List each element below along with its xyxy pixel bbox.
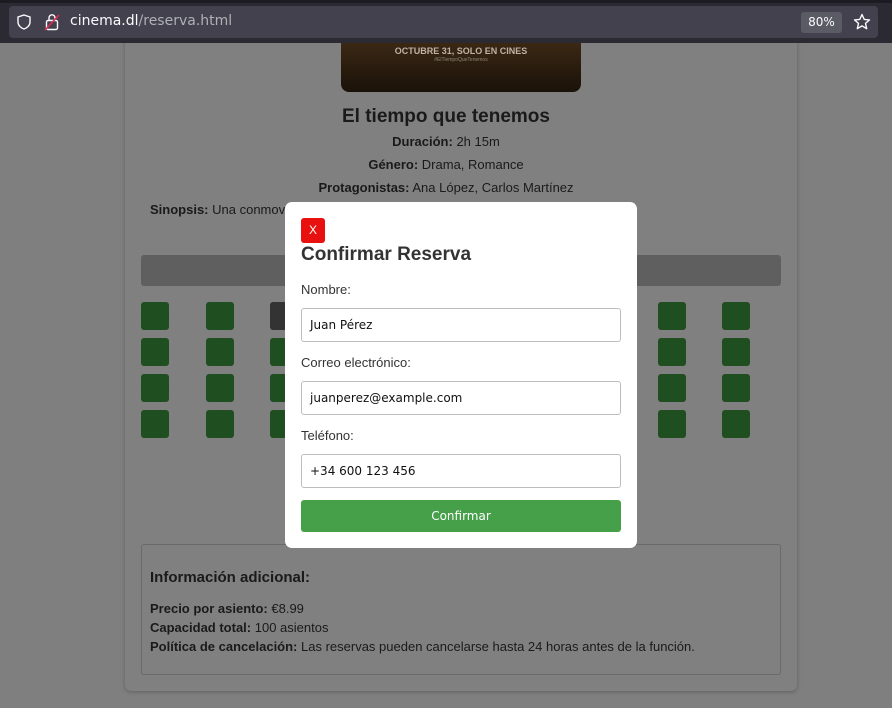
price-label: Precio por asiento: <box>150 601 268 616</box>
genre-label: Género: <box>368 157 419 172</box>
genre-value: Drama, Romance <box>421 157 524 172</box>
duration-label: Duración: <box>392 134 453 149</box>
seat-available[interactable] <box>658 302 686 330</box>
seat-available[interactable] <box>141 374 169 402</box>
movie-cast: Protagonistas: Ana López, Carlos Martíne… <box>0 180 892 195</box>
seat-available[interactable] <box>722 302 750 330</box>
price-value: €8.99 <box>271 601 304 616</box>
seat-available[interactable] <box>206 338 234 366</box>
seat-available[interactable] <box>722 338 750 366</box>
modal-title: Confirmar Reserva <box>301 244 472 265</box>
seat-available[interactable] <box>658 410 686 438</box>
confirm-reservation-modal: X Confirmar Reserva Nombre: Juan Pérez C… <box>285 202 637 548</box>
shield-icon[interactable] <box>16 14 32 30</box>
url-path: /reserva.html <box>138 13 233 29</box>
close-button[interactable]: X <box>301 218 325 243</box>
poster-headline: OCTUBRE 31, SOLO EN CINES <box>394 46 528 56</box>
movie-title: El tiempo que tenemos <box>342 106 550 127</box>
capacity-value: 100 asientos <box>254 620 329 635</box>
seat-available[interactable] <box>658 374 686 402</box>
url-host: cinema.dl <box>70 13 139 29</box>
name-field[interactable]: Juan Pérez <box>301 308 621 342</box>
confirm-button[interactable]: Confirmar <box>301 500 621 532</box>
seat-available[interactable] <box>141 302 169 330</box>
seat-available[interactable] <box>722 374 750 402</box>
toolbar-top-edge <box>0 0 892 3</box>
browser-toolbar: cinema.dl/reserva.html 80% <box>0 0 892 43</box>
cancellation-policy: Política de cancelación: Las reservas pu… <box>150 639 695 654</box>
phone-label: Teléfono: <box>301 428 354 443</box>
email-label: Correo electrónico: <box>301 355 411 370</box>
seat-available[interactable] <box>206 302 234 330</box>
capacity-info: Capacidad total: 100 asientos <box>150 620 328 635</box>
additional-info-box: Información adicional: Precio por asient… <box>141 544 781 675</box>
seat-available[interactable] <box>658 338 686 366</box>
seat-available[interactable] <box>206 410 234 438</box>
info-heading: Información adicional: <box>150 569 311 586</box>
price-info: Precio por asiento: €8.99 <box>150 601 304 616</box>
duration-value: 2h 15m <box>456 134 500 149</box>
capacity-label: Capacidad total: <box>150 620 252 635</box>
email-field[interactable]: juanperez@example.com <box>301 381 621 415</box>
movie-duration: Duración: 2h 15m <box>0 134 892 149</box>
name-label: Nombre: <box>301 282 351 297</box>
lock-icon[interactable] <box>44 13 60 31</box>
zoom-level-button[interactable]: 80% <box>801 12 842 33</box>
url-text[interactable]: cinema.dl/reserva.html <box>70 13 232 29</box>
star-icon[interactable] <box>853 13 871 31</box>
movie-genre: Género: Drama, Romance <box>0 157 892 172</box>
synopsis-label: Sinopsis: <box>150 202 209 217</box>
cast-label: Protagonistas: <box>318 180 410 195</box>
policy-label: Política de cancelación: <box>150 639 298 654</box>
seat-available[interactable] <box>722 410 750 438</box>
phone-field[interactable]: +34 600 123 456 <box>301 454 621 488</box>
poster-hashtag: #ElTiempoQueTenemos <box>434 57 488 63</box>
movie-poster: OCTUBRE 31, SOLO EN CINES #ElTiempoQueTe… <box>341 43 581 92</box>
policy-value: Las reservas pueden cancelarse hasta 24 … <box>301 639 695 654</box>
cast-value: Ana López, Carlos Martínez <box>412 180 574 195</box>
seat-available[interactable] <box>206 374 234 402</box>
seat-available[interactable] <box>141 338 169 366</box>
address-bar[interactable]: cinema.dl/reserva.html 80% <box>9 6 878 38</box>
seat-available[interactable] <box>141 410 169 438</box>
